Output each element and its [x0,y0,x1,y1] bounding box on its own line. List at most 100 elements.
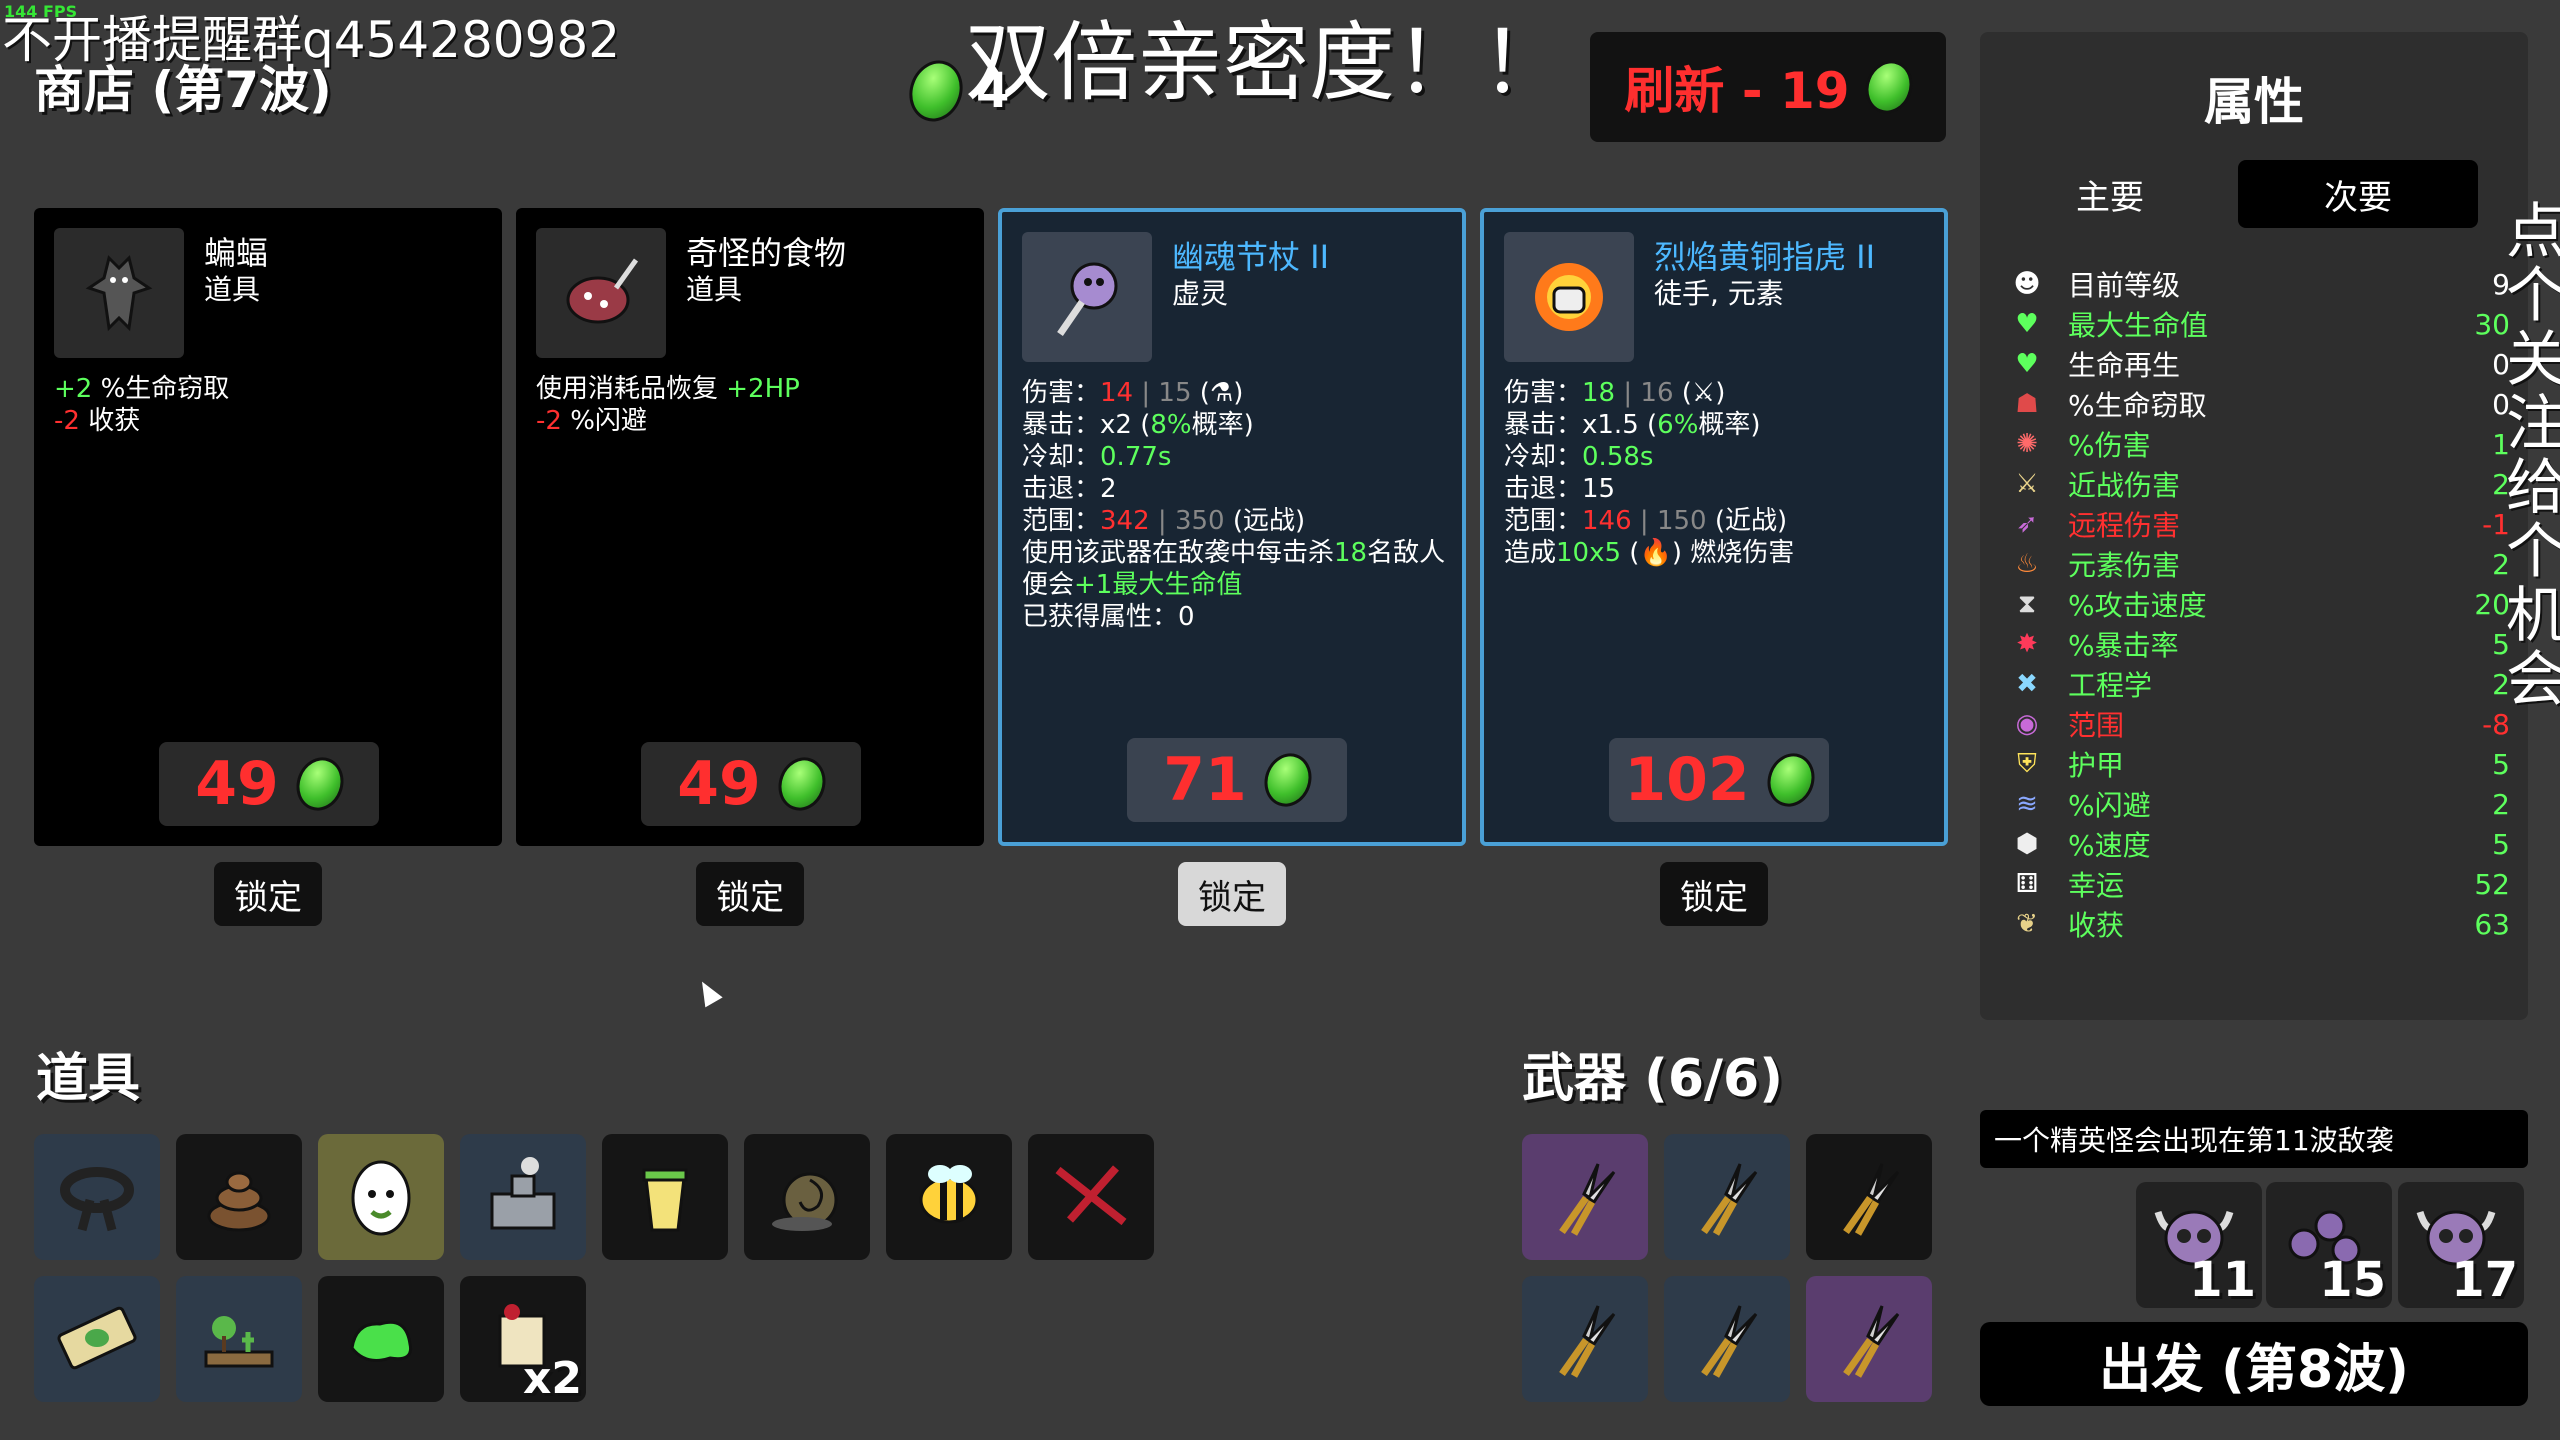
stat-row: ✖ 工程学 2 [2010,664,2510,704]
reroll-label: 刷新 - 19 [1624,62,1850,120]
weapon-slot[interactable] [1664,1134,1790,1260]
crit-burst-icon: ✸ [2016,629,2038,659]
item-stats: +2 %生命窃取 -2 收获 [54,373,229,437]
weapon-slot[interactable] [1806,1134,1932,1260]
item-stats: 伤害：18 | 16 (⚔) 暴击：x1.5 (6%概率) 冷却：0.58s 击退：1… [1504,377,1794,569]
weapon-slot[interactable] [1522,1276,1648,1402]
weapon-slot[interactable] [1806,1276,1932,1402]
stat-row: ✺ %伤害 1 [2010,424,2510,464]
stat-text: 冷却： [1504,442,1583,472]
item-slot[interactable] [1028,1134,1154,1260]
weapon-slot[interactable] [1664,1276,1790,1402]
item-slot[interactable] [318,1276,444,1402]
stat-line: 伤害：18 | 16 (⚔) [1504,377,1794,409]
lock-button[interactable]: 锁定 [214,862,322,926]
wrench-icon: ✖ [2016,669,2038,699]
stat-value: 30 [2474,307,2510,341]
stat-label: %伤害 [2068,429,2151,462]
items-section-title: 道具 [36,1049,141,1109]
start-wave-button[interactable]: 出发 (第8波) [1980,1322,2528,1406]
item-slot[interactable] [176,1134,302,1260]
stat-text: 暴击：x1.5 ( [1504,410,1658,440]
garden-icon [194,1292,284,1386]
stat-text: 342 [1100,506,1150,536]
pruner-icon [1682,1150,1772,1244]
weapons-section-title: 武器 (6/6) [1522,1049,1783,1109]
stat-text: +1最大生命值 [1074,570,1243,600]
stat-text: | 350 [1149,506,1225,536]
item-slot[interactable] [318,1134,444,1260]
bee-icon [904,1150,994,1244]
stat-row: ♨ 元素伤害 2 [2010,544,2510,584]
stat-text: 0.58s [1582,442,1654,472]
shop-card: 幽魂节杖 II 虚灵 伤害：14 | 15 (⚗) 暴击：x2 (8%概率) 冷却：0.… [998,208,1466,846]
item-slot[interactable] [34,1134,160,1260]
flaming-knuckles-icon [1504,232,1634,362]
stat-text: | 16 [1615,378,1674,408]
shop-card: 烈焰黄铜指虎 II 徒手, 元素 伤害：18 | 16 (⚔) 暴击：x1.5 (6%… [1480,208,1948,846]
pruner-icon [1824,1150,1914,1244]
stat-label: 近战伤害 [2068,469,2181,502]
stat-text: 6% [1657,410,1699,440]
stat-text: 18 [1582,378,1616,408]
tab-primary[interactable]: 主要 [1990,160,2230,228]
lock-button[interactable]: 锁定 [696,862,804,926]
stat-label: 范围 [2068,709,2125,742]
stat-line: 范围：342 | 350 (远战) [1022,505,1445,537]
stat-value: 5 [2492,627,2510,661]
item-slot[interactable] [886,1134,1012,1260]
stat-value: 20 [2474,587,2510,621]
stat-line: 击退：2 [1022,473,1445,505]
stats-panel: 属性 主要 次要 ☻ 目前等级 9 ♥ 最大生命值 30 ♥ 生命再生 0 ☗ %生命窃取 0 ✺ %伤害… [1980,32,2528,1020]
stat-text: | 15 [1133,378,1192,408]
stat-value: 52 [2474,867,2510,901]
item-slot[interactable] [176,1276,302,1402]
price-box: 102 [1609,738,1829,822]
dice-icon: ⚅ [2015,869,2039,899]
stat-value: 9 [2492,267,2510,301]
lock-button[interactable]: 锁定 [1178,862,1286,926]
tab-secondary[interactable]: 次要 [2238,160,2478,228]
stat-row: ➶ 远程伤害 -1 [2010,504,2510,544]
price-value: 49 [195,749,279,819]
stat-text: 范围： [1022,506,1101,536]
item-slot[interactable] [744,1134,870,1260]
stat-text: (⚔) [1673,378,1726,408]
stat-text: %生命窃取 [92,374,230,404]
stat-row: ⧗ %攻击速度 20 [2010,584,2510,624]
stat-line: 已获得属性：0 [1022,601,1445,633]
stat-label: %攻击速度 [2068,589,2207,622]
stat-text: 击退：2 [1022,474,1117,504]
stat-value: 2 [2492,667,2510,701]
lemonade-icon [620,1150,710,1244]
stat-text: 0.77s [1100,442,1172,472]
stat-text: 已获得属性：0 [1022,602,1195,632]
weapon-slot[interactable] [1522,1134,1648,1260]
stat-row: ✸ %暴击率 5 [2010,624,2510,664]
stat-line: 伤害：14 | 15 (⚗) [1022,377,1445,409]
stat-value: 1 [2492,427,2510,461]
stat-label: 收获 [2068,909,2125,942]
stat-label: %速度 [2068,829,2151,862]
stat-label: 幸运 [2068,869,2125,902]
reroll-button[interactable]: 刷新 - 19 [1590,32,1946,142]
stat-text: 范围： [1504,506,1583,536]
stat-value: -8 [2482,707,2510,741]
item-slot[interactable] [460,1134,586,1260]
heart-icon: ♥ [2015,309,2039,339]
stat-row: ♥ 生命再生 0 [2010,344,2510,384]
stat-value: 63 [2474,907,2510,941]
material-icon [1759,746,1822,814]
stat-label: 工程学 [2068,669,2153,702]
item-slot[interactable] [34,1276,160,1402]
item-slot[interactable] [602,1134,728,1260]
snail-icon [762,1150,852,1244]
price-value: 102 [1624,745,1750,815]
item-slot[interactable]: x2 [460,1276,586,1404]
stat-line: 冷却：0.77s [1022,441,1445,473]
elite-enemy: 11 [2136,1182,2262,1308]
stat-value: 2 [2492,787,2510,821]
stat-row: ⚔ 近战伤害 2 [2010,464,2510,504]
lock-button[interactable]: 锁定 [1660,862,1768,926]
stat-row: ≋ %闪避 2 [2010,784,2510,824]
